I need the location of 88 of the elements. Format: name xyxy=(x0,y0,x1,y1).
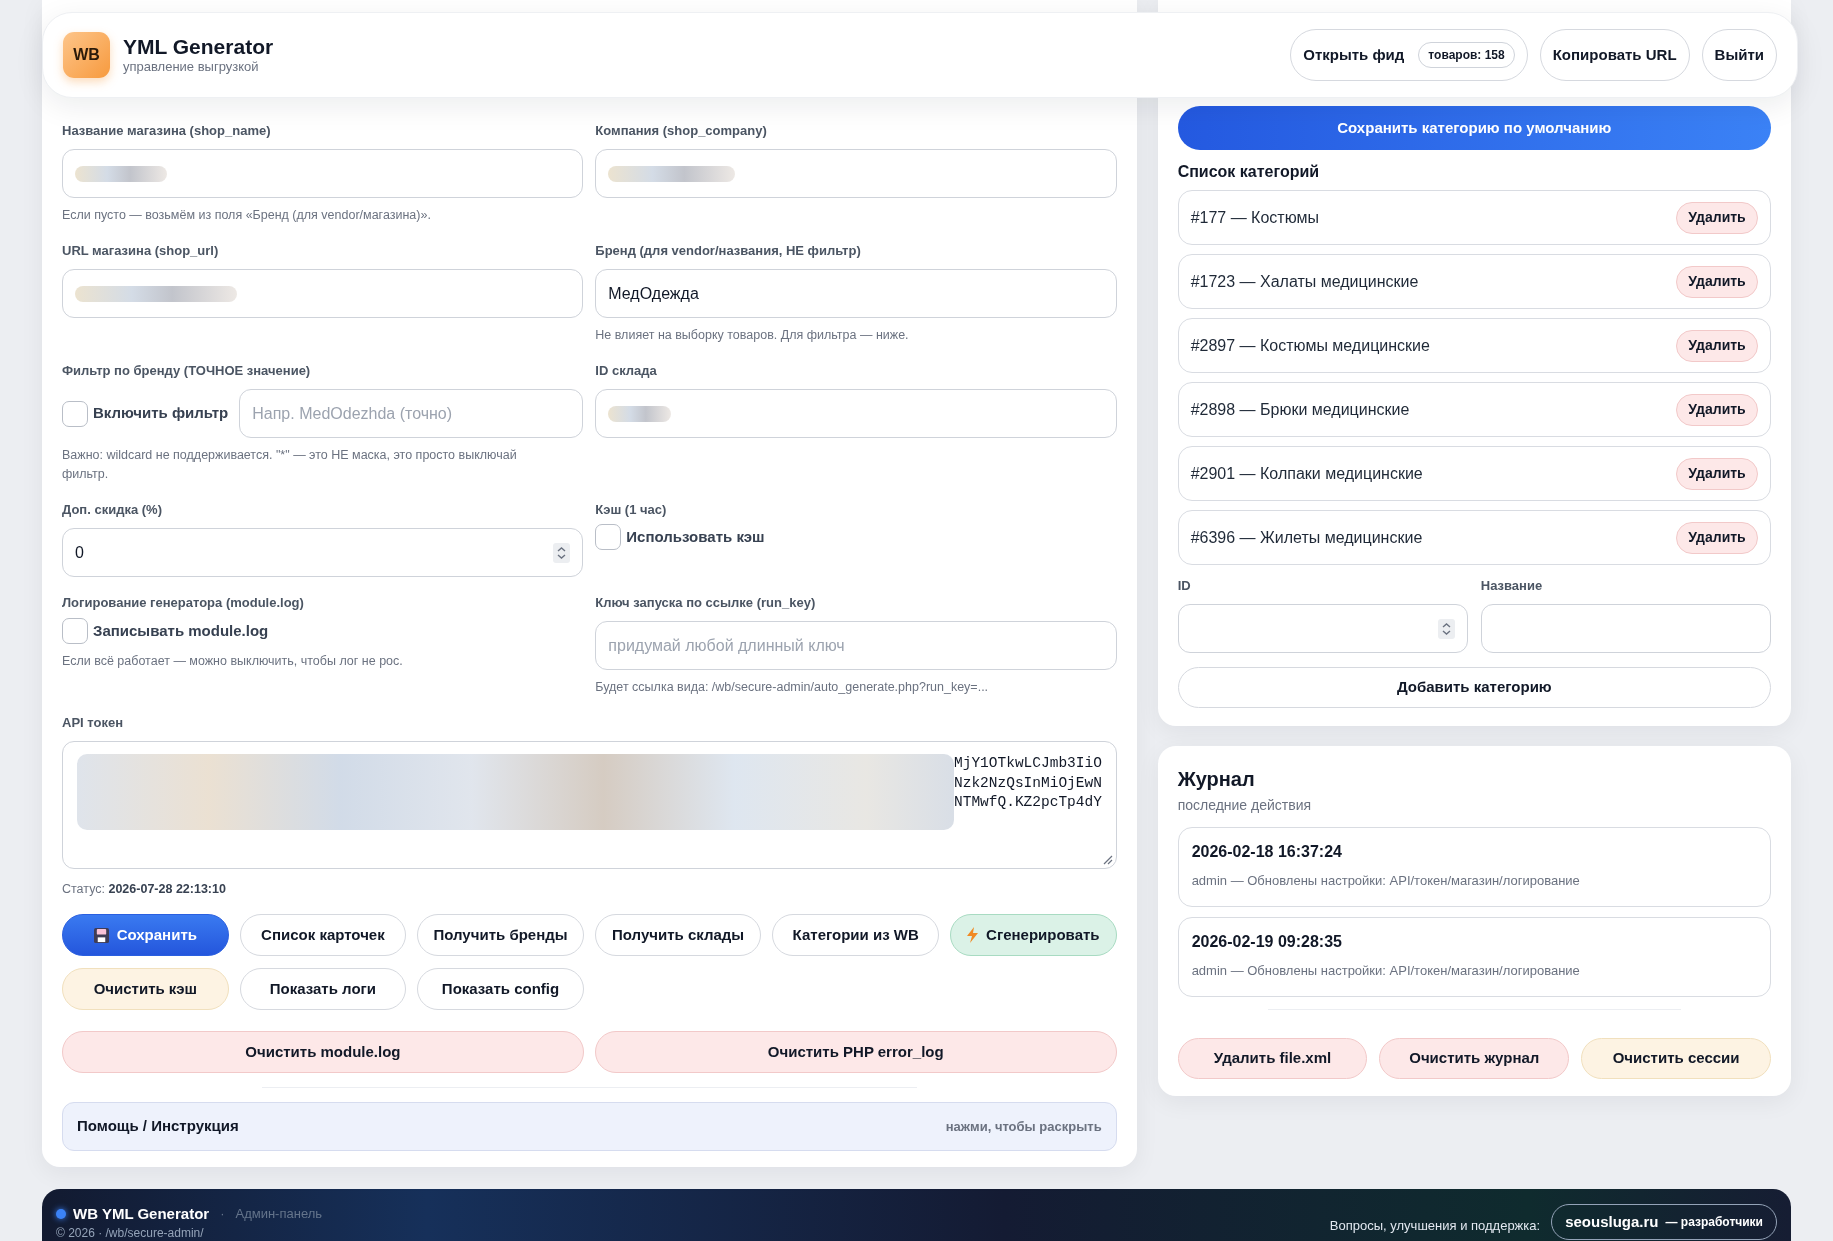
field-label: Логирование генератора (module.log) xyxy=(62,594,305,612)
delete-button[interactable]: Удалить xyxy=(1676,457,1758,490)
delete-button[interactable]: Удалить xyxy=(1676,201,1758,234)
delete-button[interactable]: Удалить xyxy=(1676,265,1758,298)
action-button[interactable]: Список карточек xyxy=(239,914,407,956)
footer-subtitle: Админ-панель xyxy=(235,1205,323,1223)
checkbox-label[interactable]: Записывать module.log xyxy=(93,619,269,643)
field-hint: Если пусто — возьмём из поля «Бренд (для vendor/магазина)». xyxy=(62,207,432,224)
add-category-button[interactable]: Добавить категорию xyxy=(1177,667,1771,708)
spinner-arrows-icon xyxy=(1437,618,1455,639)
checkbox-label[interactable]: Включить фильтр xyxy=(93,402,229,425)
checkbox-label[interactable]: Использовать кэш xyxy=(626,525,765,549)
field-label: ID склада xyxy=(595,362,658,380)
delete-button[interactable]: Удалить xyxy=(1676,329,1758,362)
help-hint: нажми, чтобы раскрыть xyxy=(945,1117,1102,1136)
category-name: #2901 — Колпаки медицинские xyxy=(1190,463,1423,484)
delete-button[interactable]: Удалить xyxy=(1676,393,1758,426)
input-field[interactable] xyxy=(595,389,1117,438)
action-button[interactable]: Показать логи xyxy=(239,968,407,1010)
app-subtitle: управление выгрузкой xyxy=(123,59,260,75)
field-label: Ключ запуска по ссылке (run_key) xyxy=(595,594,817,612)
token-text: MjY1OTkwLCJmb3IiO Nzk2NzQsInMiOjEwN NTMwfQ.KZ2pcTp4dY xyxy=(954,754,1102,812)
action-button[interactable]: Получить склады xyxy=(594,914,762,956)
field-hint: Не влияет на выборку товаров. Для фильтра — ниже. xyxy=(595,327,910,344)
input-field[interactable]: МедОдежда xyxy=(595,269,1117,318)
section-title: Список категорий xyxy=(1177,163,1321,181)
field-label: ID xyxy=(1177,577,1192,595)
input-field[interactable] xyxy=(595,149,1117,198)
field-label: URL магазина (shop_url) xyxy=(62,242,220,260)
category-name: #1723 — Халаты медицинские xyxy=(1190,271,1419,292)
header-button[interactable]: Выйти xyxy=(1701,29,1777,81)
journal-title: Журнал xyxy=(1177,767,1256,791)
category-name: #177 — Костюмы xyxy=(1190,207,1319,228)
input-field[interactable]: 0 xyxy=(62,528,584,577)
field-label: API токен xyxy=(62,714,124,732)
action-button[interactable]: Очистить журнал xyxy=(1379,1038,1570,1079)
journal-subtitle: последние действия xyxy=(1177,796,1313,814)
footer-copyright: © 2026 · /wb/secure-admin/ xyxy=(56,1225,205,1240)
checkbox[interactable] xyxy=(62,400,88,427)
entry-text: admin — Обновлены настройки: API/токен/магазин/логирование xyxy=(1191,963,1581,979)
lightning-bolt-icon xyxy=(967,927,979,943)
field-label: Компания (shop_company) xyxy=(595,122,768,140)
status-text: Статус: 2026-07-28 22:13:10 xyxy=(62,881,227,897)
input-field[interactable] xyxy=(1480,604,1771,653)
field-label: Кэш (1 час) xyxy=(595,501,668,519)
field-hint: Будет ссылка вида: /wb/secure-admin/auto_generate.php?run_key=... xyxy=(595,679,990,696)
action-button[interactable]: Показать config xyxy=(417,968,584,1010)
save-default-category-button[interactable]: Сохранить категорию по умолчанию xyxy=(1177,106,1771,150)
category-name: #6396 — Жилеты медицинские xyxy=(1190,527,1423,548)
input-field[interactable] xyxy=(62,149,584,198)
checkbox[interactable] xyxy=(595,524,622,550)
action-button[interactable]: Очистить сессии xyxy=(1581,1038,1771,1079)
field-label: Доп. скидка (%) xyxy=(62,501,163,519)
field-label: Фильтр по бренду (ТОЧНОЕ значение) xyxy=(62,362,312,380)
entry-time: 2026-02-18 16:37:24 xyxy=(1191,842,1343,862)
delete-button[interactable]: Удалить xyxy=(1676,521,1758,554)
input-field[interactable] xyxy=(1177,604,1468,653)
resize-handle-icon xyxy=(1102,855,1113,865)
api-token-field[interactable]: MjY1OTkwLCJmb3IiO Nzk2NzQsInMiOjEwN NTMwfQ.KZ2pcTp4dY xyxy=(62,741,1117,869)
footer-brand: WB YML Generator xyxy=(73,1204,210,1223)
header-button[interactable]: Копировать URL xyxy=(1539,29,1690,81)
app-title: YML Generator xyxy=(123,35,274,59)
help-title[interactable]: Помощь / Инструкция xyxy=(77,1115,239,1138)
support-label: Вопросы, улучшения и поддержка: xyxy=(1329,1217,1541,1236)
checkbox[interactable] xyxy=(62,618,88,644)
field-hint: Важно: wildcard не поддерживается. "*" — это НЕ маска, это просто выключай фильтр. xyxy=(62,447,518,483)
input-field[interactable] xyxy=(62,269,584,318)
entry-text: admin — Обновлены настройки: API/токен/магазин/логирование xyxy=(1191,873,1581,889)
action-button[interactable]: Получить бренды xyxy=(417,914,584,956)
action-button[interactable]: Очистить module.log xyxy=(62,1031,584,1073)
field-hint: Если всё работает — можно выключить, чтобы лог не рос. xyxy=(62,653,404,670)
spinner-arrows-icon xyxy=(553,542,571,563)
category-name: #2897 — Костюмы медицинские xyxy=(1190,335,1430,356)
action-button[interactable]: Сгенерировать xyxy=(950,914,1117,956)
field-label: Бренд (для vendor/названия, НЕ фильтр) xyxy=(595,242,862,260)
footer-separator: · xyxy=(220,1205,225,1223)
category-name: #2898 — Брюки медицинские xyxy=(1190,399,1410,420)
action-button[interactable]: Категории из WB xyxy=(772,914,939,956)
action-button[interactable]: Очистить кэш xyxy=(62,968,229,1010)
logo: WB xyxy=(63,32,110,78)
action-button[interactable]: Удалить file.xml xyxy=(1177,1038,1368,1079)
action-button[interactable]: Очистить PHP error_log xyxy=(594,1031,1117,1073)
field-label: Название xyxy=(1480,577,1544,595)
help-panel[interactable]: Помощь / Инструкция нажми, чтобы раскрыть xyxy=(62,1102,1117,1151)
field-label: Название магазина (shop_name) xyxy=(62,122,272,140)
action-button[interactable]: Сохранить xyxy=(62,914,229,956)
entry-time: 2026-02-19 09:28:35 xyxy=(1191,932,1343,952)
header-button[interactable]: Открыть фид товаров: 158 xyxy=(1290,29,1528,81)
